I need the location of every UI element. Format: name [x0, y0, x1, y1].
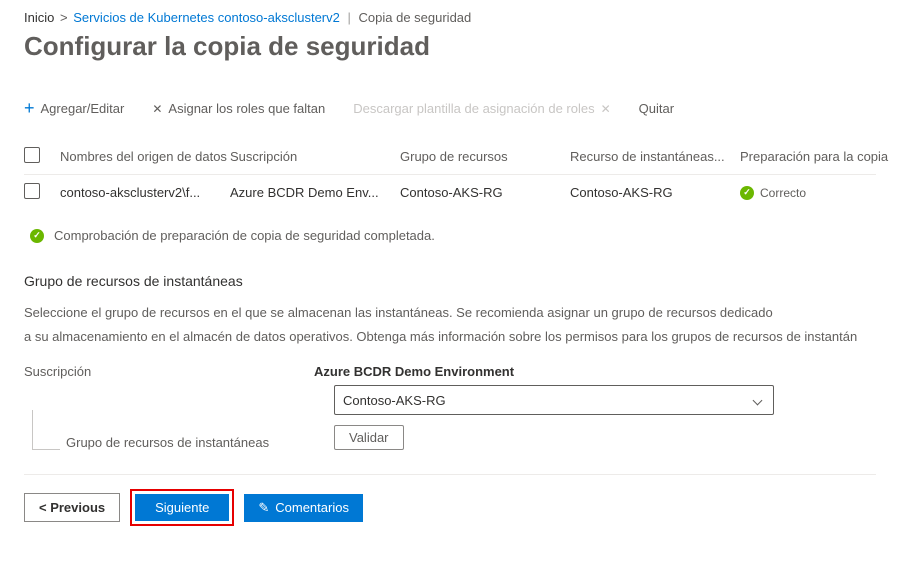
divider-icon: |: [348, 10, 351, 25]
cell-resource-group: Contoso-AKS-RG: [400, 185, 570, 200]
col-backup-readiness[interactable]: Preparación para la copia: [740, 149, 900, 164]
footer: < Previous Siguiente ✎ Comentarios: [24, 474, 876, 526]
subscription-label: Suscripción: [24, 364, 314, 379]
feedback-icon: ✎: [258, 500, 269, 516]
previous-button[interactable]: < Previous: [24, 493, 120, 522]
breadcrumb-cluster[interactable]: contoso-aksclusterv2: [218, 10, 340, 25]
rg-row: Grupo de recursos de instantáneas Contos…: [24, 385, 876, 450]
x-icon: ✕: [601, 102, 611, 116]
col-subscription[interactable]: Suscripción: [230, 149, 400, 164]
datasource-table: Nombres del origen de datos Suscripción …: [24, 139, 876, 210]
toolbar: + Agregar/Editar ✕ Asignar los roles que…: [24, 98, 876, 119]
snapshot-rg-section: Grupo de recursos de instantáneas Selecc…: [24, 273, 876, 450]
breadcrumb: Inicio > Servicios de Kubernetes contoso…: [24, 10, 876, 25]
subscription-value: Azure BCDR Demo Environment: [314, 364, 514, 379]
x-icon: ✕: [152, 102, 162, 116]
breadcrumb-service[interactable]: Servicios de Kubernetes: [73, 10, 214, 25]
assign-roles-label: Asignar los roles que faltan: [168, 101, 325, 116]
section-text-1: Seleccione el grupo de recursos en el qu…: [24, 303, 876, 323]
remove-button[interactable]: Quitar: [639, 101, 674, 116]
status-label: Correcto: [760, 186, 806, 200]
breadcrumb-home[interactable]: Inicio: [24, 10, 54, 25]
page-title: Configurar la copia de seguridad: [24, 31, 876, 62]
col-name[interactable]: Nombres del origen de datos: [60, 149, 230, 164]
validate-button[interactable]: Validar: [334, 425, 404, 450]
highlight-box: Siguiente: [130, 489, 234, 526]
cell-subscription: Azure BCDR Demo Env...: [230, 185, 400, 200]
assign-roles-button[interactable]: ✕ Asignar los roles que faltan: [152, 101, 325, 116]
chevron-right-icon: >: [60, 10, 68, 25]
rg-label: Grupo de recursos de instantáneas: [66, 435, 269, 450]
table-row[interactable]: contoso-aksclusterv2\f... Azure BCDR Dem…: [24, 175, 876, 210]
feedback-label: Comentarios: [275, 500, 349, 515]
download-template-button[interactable]: Descargar plantilla de asignación de rol…: [353, 101, 610, 116]
chevron-down-icon: [753, 395, 763, 405]
col-snapshot-resource[interactable]: Recurso de instantáneas...: [570, 149, 740, 164]
table-header: Nombres del origen de datos Suscripción …: [24, 139, 876, 175]
section-text-link[interactable]: a su almacenamiento en el almacén de dat…: [24, 327, 876, 347]
row-checkbox[interactable]: [24, 183, 40, 199]
subscription-row: Suscripción Azure BCDR Demo Environment: [24, 364, 876, 379]
col-resource-group[interactable]: Grupo de recursos: [400, 149, 570, 164]
plus-icon: +: [24, 98, 35, 119]
tree-connector-icon: [32, 410, 60, 450]
success-icon: ✓: [30, 229, 44, 243]
rg-dropdown-value: Contoso-AKS-RG: [343, 393, 446, 408]
feedback-button[interactable]: ✎ Comentarios: [244, 494, 363, 522]
rg-dropdown[interactable]: Contoso-AKS-RG: [334, 385, 774, 415]
select-all-checkbox[interactable]: [24, 147, 40, 163]
cell-name: contoso-aksclusterv2\f...: [60, 185, 230, 200]
download-template-label: Descargar plantilla de asignación de rol…: [353, 101, 594, 116]
readiness-banner: ✓ Comprobación de preparación de copia d…: [30, 228, 876, 243]
next-button[interactable]: Siguiente: [135, 494, 229, 521]
add-edit-label: Agregar/Editar: [41, 101, 125, 116]
add-edit-button[interactable]: + Agregar/Editar: [24, 98, 124, 119]
section-title: Grupo de recursos de instantáneas: [24, 273, 876, 289]
cell-snapshot-resource: Contoso-AKS-RG: [570, 185, 740, 200]
cell-status: ✓ Correcto: [740, 186, 900, 200]
breadcrumb-page: Copia de seguridad: [359, 10, 472, 25]
banner-text: Comprobación de preparación de copia de …: [54, 228, 435, 243]
success-icon: ✓: [740, 186, 754, 200]
remove-label: Quitar: [639, 101, 674, 116]
